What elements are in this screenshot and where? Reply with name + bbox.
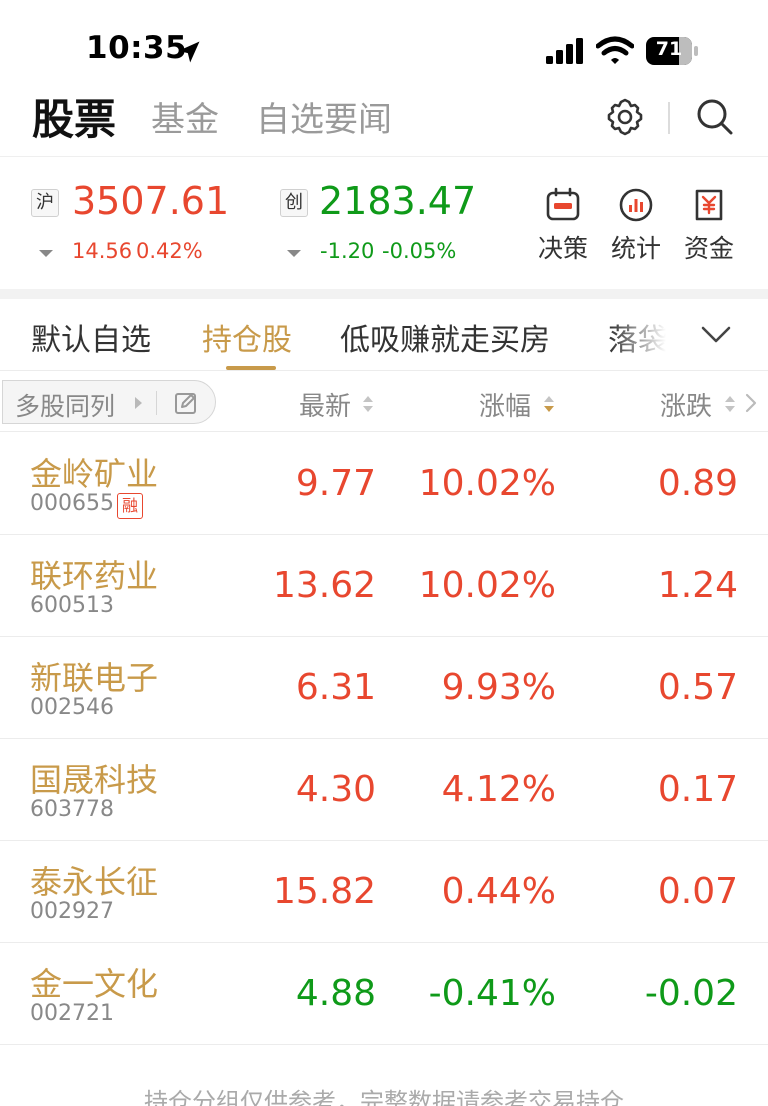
stock-price: 4.30	[295, 769, 376, 810]
tool-stats[interactable]: 统计	[604, 185, 668, 265]
stock-price: 4.88	[295, 973, 376, 1014]
stock-change: 0.17	[657, 769, 738, 810]
stats-icon	[619, 188, 653, 222]
wifi-icon	[596, 36, 634, 64]
caret-right-icon	[135, 397, 142, 409]
index-value: 2183.47	[319, 179, 477, 223]
tab-funds[interactable]: 基金	[151, 92, 219, 141]
sort-icon[interactable]	[724, 394, 736, 414]
stock-row[interactable]: 联环药业 600513 13.62 10.02% 1.24	[0, 535, 768, 637]
index-change-pct: 0.42%	[136, 239, 203, 263]
stock-change-pct: 10.02%	[418, 565, 556, 606]
dropdown-arrow-icon	[39, 250, 53, 257]
margin-badge: 融	[117, 493, 143, 519]
stock-price: 13.62	[272, 565, 376, 606]
column-header: 多股同列 最新 涨幅 涨跌	[0, 372, 768, 432]
stock-change-pct: 0.44%	[441, 871, 556, 912]
index-change-pct: -0.05%	[382, 239, 457, 263]
stock-change: 0.89	[657, 463, 738, 504]
gear-icon[interactable]	[604, 96, 646, 138]
index-tag: 创	[280, 189, 308, 217]
tool-funds[interactable]: 资金	[677, 185, 741, 265]
stock-list: 金岭矿业 000655 融 9.77 10.02% 0.89 联环药业 6005…	[0, 433, 768, 1045]
stock-name: 国晟科技	[30, 761, 159, 799]
index-change: 14.56	[72, 239, 133, 263]
index-change: -1.20	[320, 239, 375, 263]
top-nav: 股票 基金 自选要闻	[0, 88, 768, 156]
group-tab-custom[interactable]: 低吸赚就走买房	[340, 315, 550, 359]
sort-desc-icon[interactable]	[543, 394, 555, 414]
stock-name: 新联电子	[30, 659, 159, 697]
stock-change: 0.57	[657, 667, 738, 708]
sort-icon[interactable]	[362, 394, 374, 414]
column-change[interactable]: 涨跌	[660, 386, 712, 423]
stock-row[interactable]: 国晟科技 603778 4.30 4.12% 0.17	[0, 739, 768, 841]
stock-change-pct: 9.93%	[441, 667, 556, 708]
column-latest[interactable]: 最新	[299, 386, 351, 423]
tool-label: 资金	[683, 234, 734, 263]
tool-label: 决策	[537, 234, 588, 263]
stock-row[interactable]: 金岭矿业 000655 融 9.77 10.02% 0.89	[0, 433, 768, 535]
stock-name: 泰永长征	[30, 863, 159, 901]
tool-label: 统计	[610, 234, 661, 263]
stock-price: 15.82	[272, 871, 376, 912]
stock-name: 联环药业	[30, 557, 159, 595]
status-bar: 10:35 71	[0, 0, 768, 90]
status-time: 10:35	[86, 30, 188, 66]
stock-change: -0.02	[644, 973, 738, 1014]
stock-change-pct: -0.41%	[428, 973, 556, 1014]
nav-divider	[668, 102, 670, 134]
column-change-pct[interactable]: 涨幅	[479, 386, 531, 423]
funds-icon	[695, 189, 723, 221]
tab-stocks[interactable]: 股票	[32, 86, 116, 147]
decision-icon	[546, 187, 580, 221]
stock-change: 1.24	[657, 565, 738, 606]
stock-change: 0.07	[657, 871, 738, 912]
group-tab-holdings[interactable]: 持仓股	[202, 315, 292, 359]
footer-note: 持仓分组仅供参考，完整数据请参考交易持仓	[144, 1088, 624, 1106]
stock-code: 600513	[30, 593, 114, 618]
group-tabs: 默认自选 持仓股 低吸赚就走买房 落袋	[0, 299, 768, 371]
multi-stock-view-button[interactable]: 多股同列	[2, 380, 216, 424]
battery-indicator: 71	[646, 37, 698, 65]
stock-code: 000655	[30, 491, 114, 516]
active-tab-indicator	[226, 366, 276, 370]
stock-code: 002927	[30, 899, 114, 924]
stock-code: 603778	[30, 797, 114, 822]
stock-row[interactable]: 泰永长征 002927 15.82 0.44% 0.07	[0, 841, 768, 943]
group-tab-default[interactable]: 默认自选	[31, 315, 151, 359]
stock-change-pct: 4.12%	[441, 769, 556, 810]
stock-row[interactable]: 金一文化 002721 4.88 -0.41% -0.02	[0, 943, 768, 1045]
index-value: 3507.61	[72, 179, 230, 223]
stock-code: 002721	[30, 1001, 114, 1026]
edit-icon[interactable]	[173, 390, 199, 416]
stock-name: 金岭矿业	[30, 455, 159, 493]
cellular-signal-icon	[546, 38, 583, 64]
tool-decision[interactable]: 决策	[531, 185, 595, 265]
chevron-down-icon[interactable]	[698, 319, 734, 349]
index-row: 沪 3507.61 14.56 0.42% 创 2183.47 -1.20 -0…	[0, 157, 768, 289]
chevron-right-icon[interactable]	[745, 392, 757, 414]
dropdown-arrow-icon	[287, 250, 301, 257]
tab-watchlist-news[interactable]: 自选要闻	[256, 92, 392, 141]
multi-stock-label: 多股同列	[15, 392, 116, 421]
stock-price: 9.77	[295, 463, 376, 504]
search-icon[interactable]	[694, 96, 736, 138]
battery-level-text: 71	[655, 38, 683, 60]
stock-price: 6.31	[295, 667, 376, 708]
stock-change-pct: 10.02%	[418, 463, 556, 504]
index-tag: 沪	[31, 189, 59, 217]
stock-code: 002546	[30, 695, 114, 720]
location-arrow-icon	[178, 41, 200, 63]
stock-name: 金一文化	[30, 965, 159, 1003]
stock-row[interactable]: 新联电子 002546 6.31 9.93% 0.57	[0, 637, 768, 739]
